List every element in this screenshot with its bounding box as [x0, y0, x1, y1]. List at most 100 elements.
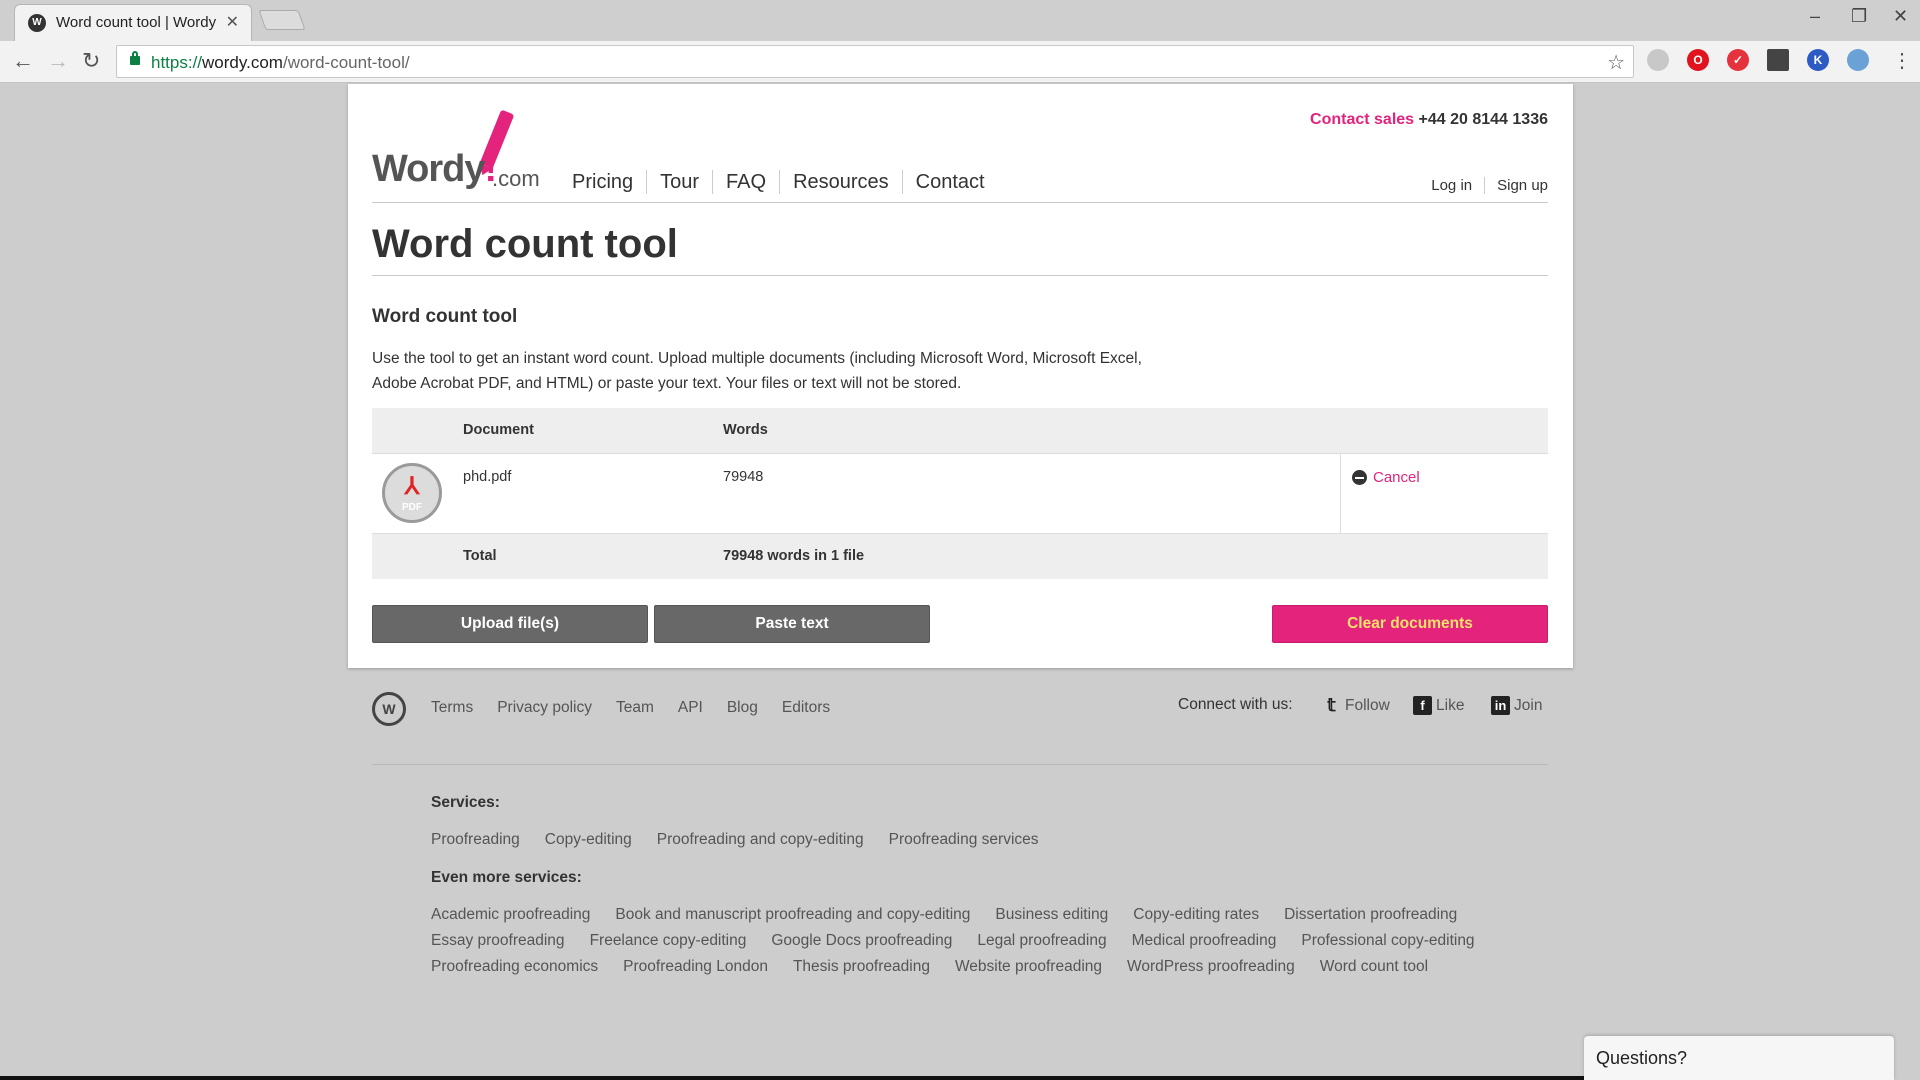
service-link[interactable]: Proofreading London — [623, 958, 768, 976]
service-link[interactable]: Medical proofreading — [1132, 932, 1277, 950]
service-link[interactable]: Dissertation proofreading — [1284, 906, 1457, 924]
bookmark-star-icon[interactable]: ☆ — [1607, 50, 1625, 75]
browser-toolbar: ← → ↻ https://wordy.com/word-count-tool/… — [0, 41, 1920, 83]
documents-table: Document Words ⅄ PDF phd.pdf 79948 Cance… — [372, 408, 1548, 579]
minus-circle-icon — [1352, 470, 1367, 485]
extension-k-icon[interactable]: K — [1807, 49, 1829, 71]
section-title: Word count tool — [372, 306, 518, 327]
address-bar[interactable]: https://wordy.com/word-count-tool/ ☆ — [116, 45, 1634, 78]
extension-key-icon[interactable] — [1847, 49, 1869, 71]
more-services-heading: Even more services: — [431, 869, 582, 886]
minimize-icon[interactable]: – — [1810, 6, 1820, 27]
service-link[interactable]: Proofreading — [431, 831, 520, 849]
document-name: phd.pdf — [463, 469, 512, 485]
table-total-row: Total 79948 words in 1 file — [372, 534, 1548, 579]
cancel-button[interactable]: Cancel — [1352, 469, 1420, 486]
footer-divider — [372, 764, 1548, 765]
title-divider — [372, 275, 1548, 276]
service-link[interactable]: Copy-editing — [545, 831, 632, 849]
main-nav: Pricing Tour FAQ Resources Contact — [572, 170, 998, 194]
tab-title: Word count tool | Wordy — [56, 14, 217, 31]
footer-privacy[interactable]: Privacy policy — [497, 699, 592, 717]
service-link[interactable]: Business editing — [995, 906, 1108, 924]
service-link[interactable]: Legal proofreading — [977, 932, 1106, 950]
contact-sales-label[interactable]: Contact sales — [1310, 111, 1414, 128]
nav-pricing[interactable]: Pricing — [572, 170, 646, 194]
twitter-icon: 𝕥 — [1327, 695, 1336, 715]
nav-faq[interactable]: FAQ — [712, 170, 779, 194]
document-words: 79948 — [723, 469, 764, 485]
url-text: https://wordy.com/word-count-tool/ — [151, 53, 410, 72]
service-link[interactable]: Proofreading economics — [431, 958, 598, 976]
total-value: 79948 words in 1 file — [723, 548, 865, 564]
extension-lastpass-icon[interactable]: ✓ — [1727, 49, 1749, 71]
service-link[interactable]: Professional copy-editing — [1301, 932, 1474, 950]
new-tab-button[interactable] — [258, 10, 306, 30]
facebook-icon: f — [1413, 696, 1432, 715]
content-card: Wordy! .com Contact sales +44 20 8144 13… — [348, 84, 1573, 668]
service-link[interactable]: Copy-editing rates — [1133, 906, 1259, 924]
linkedin-join-link[interactable]: in Join — [1491, 696, 1542, 715]
service-link[interactable]: Freelance copy-editing — [590, 932, 747, 950]
login-link[interactable]: Log in — [1419, 177, 1484, 194]
service-link[interactable]: Academic proofreading — [431, 906, 590, 924]
twitter-follow-link[interactable]: 𝕥 Follow — [1322, 696, 1390, 715]
wordy-logo[interactable]: Wordy! .com — [372, 109, 542, 200]
footer-links: Terms Privacy policy Team API Blog Edito… — [431, 699, 830, 717]
service-link[interactable]: Website proofreading — [955, 958, 1102, 976]
footer-logo-icon[interactable]: W — [372, 692, 406, 726]
nav-contact[interactable]: Contact — [901, 170, 998, 194]
service-link[interactable]: Google Docs proofreading — [771, 932, 952, 950]
page-title: Word count tool — [372, 222, 678, 266]
wordy-favicon-icon: W — [28, 14, 46, 32]
browser-menu-icon[interactable]: ⋮ — [1892, 49, 1912, 73]
extension-tab-icon[interactable] — [1767, 49, 1789, 71]
services-heading: Services: — [431, 794, 500, 811]
browser-tabbar: W Word count tool | Wordy ✕ – ❐ ✕ — [0, 0, 1920, 41]
footer-terms[interactable]: Terms — [431, 699, 473, 717]
facebook-like-link[interactable]: f Like — [1413, 696, 1464, 715]
nav-resources[interactable]: Resources — [779, 170, 902, 194]
service-link[interactable]: Proofreading services — [889, 831, 1039, 849]
header-divider — [372, 202, 1548, 203]
connect-label: Connect with us: — [1178, 696, 1293, 713]
column-document: Document — [463, 422, 534, 438]
service-link[interactable]: Proofreading and copy-editing — [657, 831, 864, 849]
extension-cast-icon[interactable] — [1647, 49, 1669, 71]
auth-links: Log in Sign up — [1419, 177, 1548, 194]
signup-link[interactable]: Sign up — [1484, 177, 1548, 194]
total-label: Total — [463, 548, 497, 564]
paste-text-button[interactable]: Paste text — [654, 605, 930, 643]
intro-text: Use the tool to get an instant word coun… — [372, 350, 1142, 392]
reload-icon[interactable]: ↻ — [82, 49, 100, 73]
restore-icon[interactable]: ❐ — [1851, 6, 1867, 27]
upload-files-button[interactable]: Upload file(s) — [372, 605, 648, 643]
linkedin-icon: in — [1491, 696, 1510, 715]
forward-icon[interactable]: → — [47, 49, 69, 73]
column-words: Words — [723, 422, 768, 438]
table-header: Document Words — [372, 408, 1548, 454]
questions-chat-widget[interactable]: Questions? — [1584, 1036, 1894, 1080]
contact-sales: Contact sales +44 20 8144 1336 — [1310, 111, 1548, 129]
extension-opera-icon[interactable]: O — [1687, 49, 1709, 71]
tab-close-icon[interactable]: ✕ — [226, 12, 239, 32]
table-row: ⅄ PDF phd.pdf 79948 Cancel — [372, 454, 1548, 534]
browser-tab[interactable]: W Word count tool | Wordy ✕ — [14, 4, 252, 41]
footer-api[interactable]: API — [678, 699, 703, 717]
more-services-list: Academic proofreading Book and manuscrip… — [431, 906, 1531, 976]
lock-icon — [130, 51, 140, 65]
back-icon[interactable]: ← — [12, 49, 34, 73]
service-link[interactable]: Essay proofreading — [431, 932, 565, 950]
service-link[interactable]: WordPress proofreading — [1127, 958, 1295, 976]
contact-phone[interactable]: +44 20 8144 1336 — [1419, 111, 1548, 128]
footer-team[interactable]: Team — [616, 699, 654, 717]
taskbar-strip — [0, 1076, 1584, 1080]
close-window-icon[interactable]: ✕ — [1893, 6, 1908, 27]
service-link[interactable]: Book and manuscript proofreading and cop… — [615, 906, 970, 924]
service-link[interactable]: Word count tool — [1320, 958, 1428, 976]
clear-documents-button[interactable]: Clear documents — [1272, 605, 1548, 643]
nav-tour[interactable]: Tour — [646, 170, 712, 194]
service-link[interactable]: Thesis proofreading — [793, 958, 930, 976]
footer-editors[interactable]: Editors — [782, 699, 830, 717]
footer-blog[interactable]: Blog — [727, 699, 758, 717]
